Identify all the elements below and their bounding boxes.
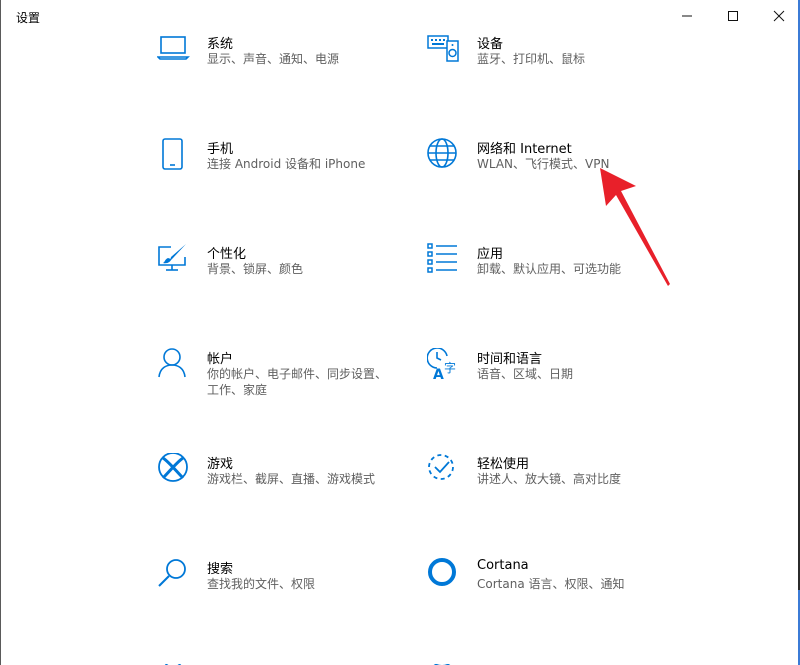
settings-tile-update-partial[interactable]	[427, 657, 677, 665]
settings-tile-gaming[interactable]: 游戏 游戏栏、截屏、直播、游戏模式	[157, 453, 407, 513]
tile-description: 查找我的文件、权限	[207, 577, 316, 591]
search-icon	[157, 558, 191, 594]
settings-tile-cortana[interactable]: Cortana Cortana 语言、权限、通知	[427, 558, 677, 618]
svg-text:A: A	[433, 367, 444, 382]
tile-label: 轻松使用	[477, 457, 530, 472]
tile-description: 连接 Android 设备和 iPhone	[207, 157, 366, 171]
maximize-button[interactable]	[710, 0, 756, 32]
cortana-icon	[427, 558, 461, 594]
tile-description: 你的帐户、电子邮件、同步设置、工作、家庭	[207, 367, 388, 397]
tile-label: Cortana	[477, 558, 529, 573]
laptop-icon	[157, 33, 191, 69]
tile-label: 帐户	[207, 352, 234, 367]
tile-label: 设备	[477, 37, 504, 52]
time-language-icon: A 字	[427, 348, 461, 384]
settings-tile-phone[interactable]: 手机 连接 Android 设备和 iPhone	[157, 138, 407, 198]
settings-tile-ease-of-access[interactable]: 轻松使用 讲述人、放大镜、高对比度	[427, 453, 677, 513]
tile-description: 讲述人、放大镜、高对比度	[477, 472, 622, 486]
tile-description: 游戏栏、截屏、直播、游戏模式	[207, 472, 376, 486]
tile-label: 系统	[207, 37, 234, 52]
svg-text:字: 字	[444, 360, 456, 375]
settings-tile-accounts[interactable]: 帐户 你的帐户、电子邮件、同步设置、工作、家庭	[157, 348, 407, 408]
tile-label: 搜索	[207, 562, 234, 577]
settings-tile-devices[interactable]: 设备 蓝牙、打印机、鼠标	[427, 33, 677, 93]
window-title: 设置	[16, 11, 41, 25]
phone-icon	[157, 138, 191, 174]
tile-label: 网络和 Internet	[477, 142, 572, 157]
globe-icon	[427, 138, 461, 174]
tile-description: Cortana 语言、权限、通知	[477, 577, 625, 591]
tile-description: 语音、区域、日期	[477, 367, 574, 381]
settings-tile-search[interactable]: 搜索 查找我的文件、权限	[157, 558, 407, 618]
settings-tile-personalization[interactable]: 个性化 背景、锁屏、颜色	[157, 243, 407, 303]
paintbrush-monitor-icon	[157, 243, 191, 279]
maximize-icon	[728, 11, 738, 21]
close-icon	[773, 10, 785, 22]
settings-tile-time-language[interactable]: A 字 时间和语言 语音、区域、日期	[427, 348, 677, 408]
apps-list-icon	[427, 243, 461, 279]
minimize-button[interactable]	[664, 0, 710, 32]
xbox-icon	[157, 453, 191, 489]
tile-description: 显示、声音、通知、电源	[207, 52, 340, 66]
tile-label: 手机	[207, 142, 234, 157]
close-button[interactable]	[756, 0, 800, 32]
tile-label: 游戏	[207, 457, 234, 472]
ease-of-access-icon	[427, 453, 461, 489]
keyboard-speaker-icon	[427, 33, 461, 69]
person-icon	[157, 348, 191, 384]
tile-description: 背景、锁屏、颜色	[207, 262, 304, 276]
settings-tile-system[interactable]: 系统 显示、声音、通知、电源	[157, 33, 407, 93]
minimize-icon	[682, 15, 692, 17]
annotation-arrow	[600, 168, 670, 286]
title-bar: 设置	[0, 0, 800, 34]
settings-tile-privacy-partial[interactable]	[157, 657, 407, 665]
tile-description: 蓝牙、打印机、鼠标	[477, 52, 586, 66]
tile-label: 应用	[477, 247, 504, 262]
tile-label: 时间和语言	[477, 352, 543, 367]
window-left-border	[0, 0, 1, 665]
tile-label: 个性化	[207, 247, 247, 262]
